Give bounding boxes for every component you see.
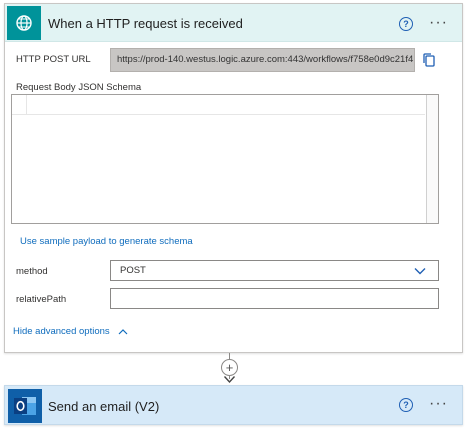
- generate-schema-link[interactable]: Use sample payload to generate schema: [20, 236, 193, 247]
- add-step-button[interactable]: +: [221, 359, 238, 376]
- method-dropdown[interactable]: POST: [110, 260, 439, 281]
- method-value: POST: [120, 265, 146, 276]
- chevron-up-icon: [118, 329, 128, 335]
- arrow-down-icon: [223, 376, 236, 384]
- hide-advanced-options-label: Hide advanced options: [13, 326, 110, 337]
- schema-label: Request Body JSON Schema: [16, 82, 142, 93]
- globe-icon: [7, 6, 41, 40]
- relative-path-label: relativePath: [16, 294, 67, 305]
- schema-editor-scrollbar[interactable]: [426, 95, 438, 223]
- relative-path-input[interactable]: [110, 288, 439, 309]
- more-options-icon[interactable]: ···: [429, 15, 448, 31]
- more-options-icon[interactable]: ···: [429, 396, 448, 412]
- http-post-url-field[interactable]: https://prod-140.westus.logic.azure.com:…: [110, 48, 415, 72]
- schema-editor-line: [12, 95, 425, 115]
- schema-editor[interactable]: [11, 94, 439, 224]
- method-label: method: [16, 266, 48, 277]
- schema-editor-gutter: [26, 95, 27, 115]
- action-title: Send an email (V2): [48, 399, 160, 414]
- plus-icon: +: [225, 360, 234, 375]
- trigger-title: When a HTTP request is received: [48, 16, 243, 31]
- chevron-down-icon: [414, 268, 426, 275]
- trigger-header[interactable]: When a HTTP request is received ? ···: [5, 4, 462, 42]
- copy-icon[interactable]: [421, 52, 437, 68]
- help-icon[interactable]: ?: [399, 398, 413, 412]
- hide-advanced-options-link[interactable]: Hide advanced options: [13, 326, 128, 337]
- help-icon[interactable]: ?: [399, 17, 413, 31]
- http-post-url-label: HTTP POST URL: [16, 54, 91, 65]
- outlook-icon: [8, 389, 42, 423]
- action-card[interactable]: Send an email (V2) ? ···: [4, 385, 463, 425]
